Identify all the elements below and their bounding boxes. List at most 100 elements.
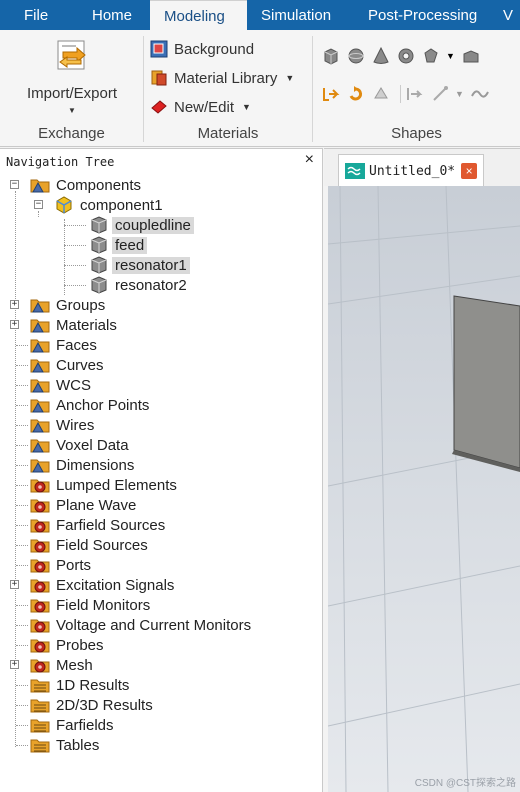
group-label-exchange: Exchange: [38, 125, 105, 142]
tab-file[interactable]: File: [0, 0, 74, 30]
folder-icon: [30, 399, 50, 413]
tree-item-dimensions[interactable]: Dimensions: [10, 455, 134, 475]
tree-item-part[interactable]: resonator2: [64, 275, 187, 295]
tree-item-excitation-signals[interactable]: + Excitation Signals: [10, 575, 174, 595]
gear-folder-icon: [30, 619, 50, 633]
watermark: CSDN @CST探索之路: [414, 778, 516, 789]
material-library-button[interactable]: Material Library ▼: [150, 66, 294, 90]
extrude-icon[interactable]: [461, 46, 481, 66]
tree-item-materials[interactable]: + Materials: [10, 315, 117, 335]
gear-folder-icon: [30, 579, 50, 593]
tab-view[interactable]: V: [497, 0, 520, 30]
tree-item-field-sources[interactable]: Field Sources: [10, 535, 148, 555]
tree-item-probes[interactable]: Probes: [10, 635, 104, 655]
tree-item-voltage-and-current-monitors[interactable]: Voltage and Current Monitors: [10, 615, 251, 635]
folder-icon: [30, 299, 50, 313]
tree-item-label: WCS: [56, 376, 91, 394]
tab-simulation[interactable]: Simulation: [247, 0, 350, 30]
tree-item-2d-3d-results[interactable]: 2D/3D Results: [10, 695, 153, 715]
gear-folder-icon: [30, 639, 50, 653]
tree-item-voxel-data[interactable]: Voxel Data: [10, 435, 129, 455]
folder-icon: [30, 419, 50, 433]
collapse-toggle[interactable]: −: [34, 200, 43, 209]
background-label: Background: [174, 40, 255, 58]
shape-dropdown-icon[interactable]: [421, 46, 441, 66]
folder-icon: [30, 379, 50, 393]
tree-item-part[interactable]: coupledline: [64, 215, 194, 235]
mirror-icon[interactable]: [371, 84, 391, 104]
tree-item-ports[interactable]: Ports: [10, 555, 91, 575]
curve-icon[interactable]: [470, 84, 490, 104]
tab-modeling[interactable]: Modeling: [150, 0, 247, 30]
tree-item-anchor-points[interactable]: Anchor Points: [10, 395, 149, 415]
tree-item-faces[interactable]: Faces: [10, 335, 97, 355]
tree-item-component1[interactable]: − component1: [34, 195, 163, 215]
toolbar-divider: [400, 85, 401, 103]
tree-item-tables[interactable]: Tables: [10, 735, 99, 755]
tree-item-lumped-elements[interactable]: Lumped Elements: [10, 475, 177, 495]
tree-item-label: Anchor Points: [56, 396, 150, 414]
expand-toggle[interactable]: +: [10, 320, 19, 329]
tab-post-processing[interactable]: Post-Processing: [350, 0, 497, 30]
torus-icon[interactable]: [396, 46, 416, 66]
sphere-icon[interactable]: [346, 46, 366, 66]
chevron-down-icon[interactable]: ▼: [446, 51, 455, 61]
tree-item-label: Voxel Data: [56, 436, 129, 454]
folder-icon: [30, 439, 50, 453]
tree-item-1d-results[interactable]: 1D Results: [10, 675, 129, 695]
tree-item-label: Curves: [56, 356, 104, 374]
tree-item-wires[interactable]: Wires: [10, 415, 94, 435]
tree-item-wcs[interactable]: WCS: [10, 375, 91, 395]
tree-item-label: Dimensions: [56, 456, 135, 474]
tab-home[interactable]: Home: [74, 0, 150, 30]
tree-item-label: component1: [80, 196, 163, 214]
chevron-down-icon[interactable]: ▼: [455, 89, 464, 99]
collapse-toggle[interactable]: −: [10, 180, 19, 189]
results-folder-icon: [30, 739, 50, 753]
gear-folder-icon: [30, 519, 50, 533]
tree-item-farfields[interactable]: Farfields: [10, 715, 114, 735]
3d-viewport[interactable]: CSDN @CST探索之路: [328, 186, 520, 792]
results-folder-icon: [30, 699, 50, 713]
navigation-tree-panel: Navigation Tree × − Components − compone…: [0, 148, 323, 792]
chevron-down-icon: ▼: [285, 73, 295, 83]
tree-item-mesh[interactable]: + Mesh: [10, 655, 93, 675]
background-button[interactable]: Background: [150, 37, 254, 61]
pick-icon[interactable]: [430, 84, 450, 104]
tree-item-field-monitors[interactable]: Field Monitors: [10, 595, 150, 615]
resonator-shape[interactable]: [452, 295, 520, 472]
tree-item-label: Farfields: [56, 716, 114, 734]
transform-icon[interactable]: [321, 84, 341, 104]
group-label-materials: Materials: [197, 125, 259, 142]
import-export-button[interactable]: Import/Export ▼: [12, 38, 132, 118]
tree-item-plane-wave[interactable]: Plane Wave: [10, 495, 136, 515]
ribbon-group-shapes: ▼ ▼ Shapes: [313, 30, 520, 147]
tree-item-part[interactable]: resonator1: [64, 255, 190, 275]
expand-toggle[interactable]: +: [10, 580, 19, 589]
expand-toggle[interactable]: +: [10, 300, 19, 309]
gear-folder-icon: [30, 499, 50, 513]
tree-item-groups[interactable]: + Groups: [10, 295, 105, 315]
new-edit-button[interactable]: New/Edit ▼: [150, 95, 251, 119]
tree-item-part[interactable]: feed: [64, 235, 148, 255]
gear-folder-icon: [30, 539, 50, 553]
rotate-icon[interactable]: [346, 84, 366, 104]
tree-item-farfield-sources[interactable]: Farfield Sources: [10, 515, 165, 535]
project-icon: [345, 163, 365, 179]
tree-item-components[interactable]: − Components: [10, 175, 141, 195]
expand-toggle[interactable]: +: [10, 660, 19, 669]
cone-icon[interactable]: [371, 46, 391, 66]
tree-item-label: Materials: [56, 316, 117, 334]
tree-item-label: coupledline: [112, 216, 194, 234]
folder-icon: [30, 459, 50, 473]
align-icon[interactable]: [405, 84, 425, 104]
viewport-grid: [328, 186, 520, 792]
close-icon[interactable]: ×: [461, 163, 478, 179]
ribbon-group-materials: Background Material Library ▼ New/Edit ▼…: [144, 30, 312, 147]
tree-item-curves[interactable]: Curves: [10, 355, 104, 375]
document-tab[interactable]: Untitled_0* ×: [338, 154, 484, 187]
brick-icon[interactable]: [321, 46, 341, 66]
close-icon[interactable]: ×: [305, 151, 314, 169]
tree-item-label: Excitation Signals: [56, 576, 175, 594]
tree-item-label: resonator1: [112, 256, 190, 274]
